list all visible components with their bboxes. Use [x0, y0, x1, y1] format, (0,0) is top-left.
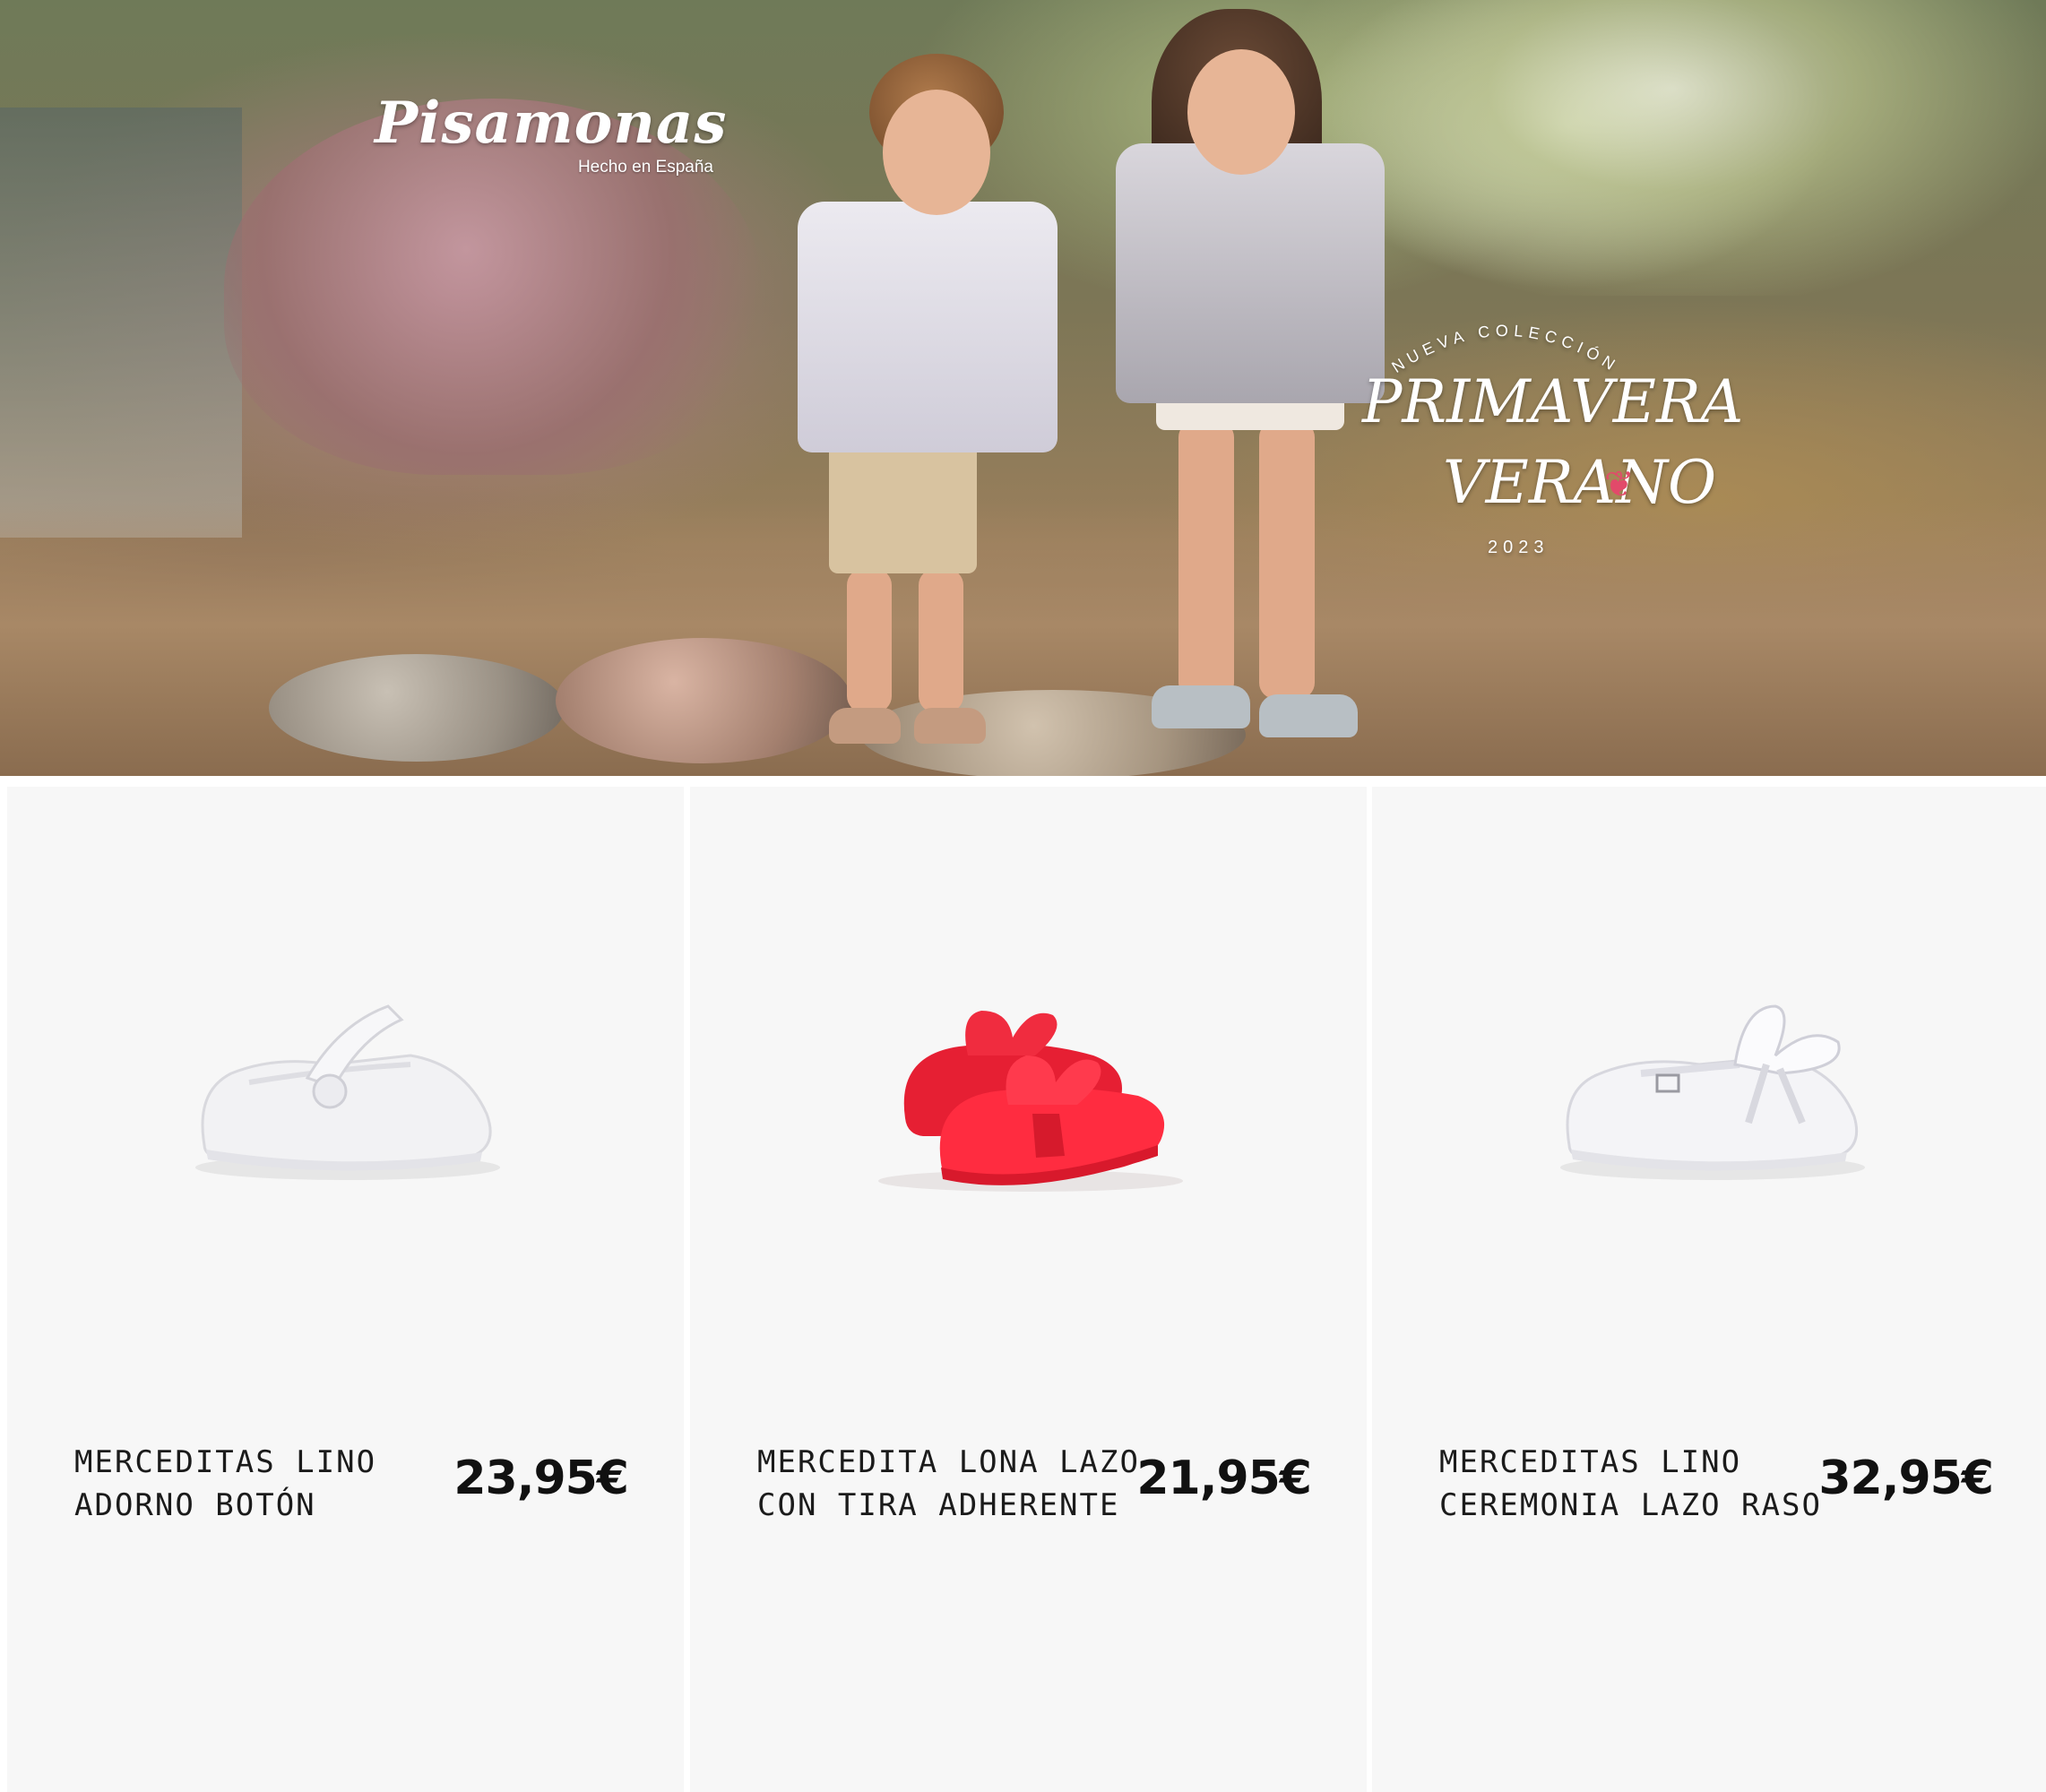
- product-title-line: MERCEDITAS LINO: [1439, 1444, 1742, 1480]
- boy-figure: [789, 54, 1058, 744]
- brand-logo[interactable]: Pisamonas Hecho en España: [375, 90, 728, 188]
- product-image-red-bow-shoes[interactable]: [824, 921, 1237, 1244]
- product-card[interactable]: MERCEDITAS LINO ADORNO BOTÓN 23,95€: [7, 787, 684, 1792]
- collection-badge: NUEVA COLECCIÓN PRIMAVERA VERANO ❦ 2023: [1344, 296, 1743, 582]
- collection-year: 2023: [1488, 538, 1550, 557]
- product-price: 21,95€: [1136, 1452, 1312, 1505]
- butterfly-icon: ❦: [1604, 464, 1635, 505]
- product-title-line: MERCEDITAS LINO: [74, 1444, 377, 1480]
- product-card[interactable]: MERCEDITA LONA LAZO CON TIRA ADHERENTE 2…: [690, 787, 1367, 1792]
- product-title-line: CON TIRA ADHERENTE: [757, 1487, 1120, 1523]
- collection-title-line2: VERANO: [1443, 448, 1717, 517]
- product-image-white-mary-jane[interactable]: [142, 921, 554, 1244]
- product-title-line: MERCEDITA LONA LAZO: [757, 1444, 1140, 1480]
- product-title-line: ADORNO BOTÓN: [74, 1487, 316, 1523]
- rock: [269, 654, 565, 762]
- product-price: 23,95€: [453, 1452, 629, 1505]
- product-title[interactable]: MERCEDITAS LINO ADORNO BOTÓN: [74, 1441, 469, 1527]
- product-title-line: CEREMONIA LAZO RASO: [1439, 1487, 1822, 1523]
- brand-tagline: Hecho en España: [577, 158, 713, 177]
- product-card[interactable]: MERCEDITAS LINO CEREMONIA LAZO RASO 32,9…: [1372, 787, 2046, 1792]
- page: Pisamonas Hecho en España NUEVA COLECCIÓ…: [0, 0, 2046, 1792]
- brand-name: Pisamonas: [375, 90, 728, 157]
- product-grid: MERCEDITAS LINO ADORNO BOTÓN 23,95€ MERC…: [0, 776, 2046, 1792]
- hero-banner[interactable]: Pisamonas Hecho en España NUEVA COLECCIÓ…: [0, 0, 2046, 776]
- collection-title-line1: PRIMAVERA: [1362, 367, 1744, 436]
- product-price: 32,95€: [1818, 1452, 1994, 1505]
- product-image-white-satin-bow[interactable]: [1506, 921, 1919, 1244]
- product-title[interactable]: MERCEDITAS LINO CEREMONIA LAZO RASO: [1439, 1441, 1834, 1527]
- garden-path: [0, 108, 242, 538]
- flowering-shrub: [1299, 0, 2046, 296]
- product-title[interactable]: MERCEDITA LONA LAZO CON TIRA ADHERENTE: [757, 1441, 1152, 1527]
